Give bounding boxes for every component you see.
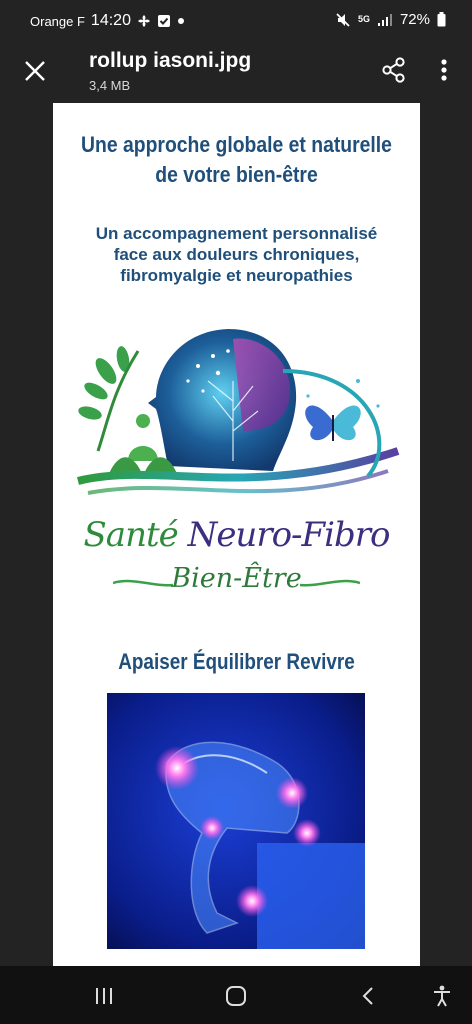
network-type: 5G [357,14,370,24]
brand-part-2: Neuro-Fibro [187,515,391,555]
carrier-label: Orange F [30,13,85,29]
home-icon[interactable] [224,984,248,1008]
system-nav-bar [0,966,472,1024]
brand-subtitle: Bien-Être [171,563,302,594]
mute-icon [336,12,350,27]
poster-tagline: Apaiser Équilibrer Revivre [118,649,355,674]
dot-icon [177,18,184,24]
viewer-toolbar: rollup iasoni.jpg 3,4 MB [0,42,472,100]
share-icon[interactable] [380,56,408,84]
brain-butterfly-logo [77,329,400,495]
accessibility-icon[interactable] [430,984,454,1008]
checkbox-notification-icon [157,15,170,27]
image-preview[interactable]: Une approche globale et naturelle de vot… [53,103,420,966]
subheadline-line-3: fibromyalgie et neuropathies [120,266,353,285]
brand-name: Santé Neuro-Fibro [53,515,420,555]
battery-percent: 72% [399,11,430,28]
headline-line-1: Une approche globale et naturelle [81,132,392,157]
close-icon[interactable] [20,56,50,86]
subheadline-line-1: Un accompagnement personnalisé [95,224,378,243]
poster-headline: Une approche globale et naturelle de vot… [75,130,398,190]
recent-apps-icon[interactable] [92,984,116,1008]
status-bar: Orange F 14:20 5G 72% [0,0,472,42]
file-size: 3,4 MB [89,78,131,93]
clock: 14:20 [90,12,131,29]
fan-icon [137,15,150,27]
file-name: rollup iasoni.jpg [89,49,252,72]
poster-subheadline: Un accompagnement personnalisé face aux … [53,223,420,286]
subheadline-line-2: face aux douleurs chroniques, [113,245,360,264]
back-icon[interactable] [357,984,381,1008]
signal-icon [377,13,392,26]
more-options-icon[interactable] [434,56,454,84]
headline-line-2: de votre bien-être [155,162,318,187]
brand-part-1: Santé [83,515,188,555]
battery-icon [437,12,446,27]
glowing-body-illustration [107,693,365,949]
